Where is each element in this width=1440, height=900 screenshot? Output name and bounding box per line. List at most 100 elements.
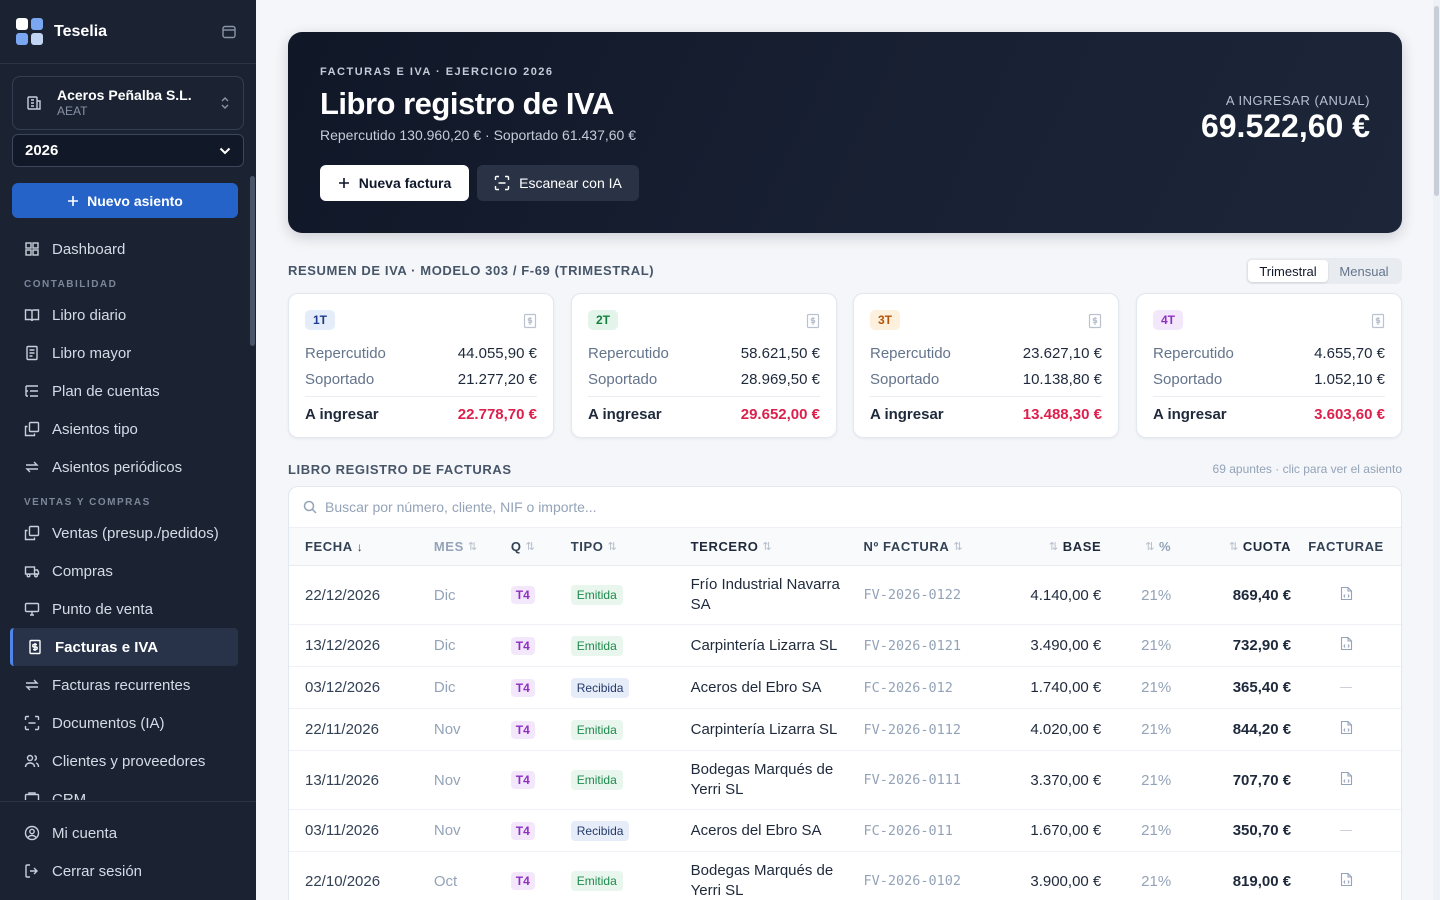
- copy-icon: [24, 525, 40, 541]
- nav-section-ventas: VENTAS Y COMPRAS: [24, 497, 151, 508]
- brand-name: Teselia: [54, 22, 108, 40]
- sidebar-item-cerrar-sesion[interactable]: Cerrar sesión: [0, 852, 256, 890]
- quarter-badge: 3T: [870, 310, 900, 330]
- main-scrollbar[interactable]: [1433, 0, 1440, 900]
- sidebar-item-libro-mayor[interactable]: Libro mayor: [0, 334, 250, 372]
- cell-mes: Dic: [433, 586, 456, 604]
- sidebar-item-mi-cuenta[interactable]: Mi cuenta: [0, 814, 256, 852]
- facturae-download-icon[interactable]: [1340, 872, 1353, 891]
- table-row[interactable]: 13/12/2026 Dic T4 Emitida Carpintería Li…: [289, 625, 1401, 667]
- sidebar-item-asientos-periodicos[interactable]: Asientos periódicos: [0, 448, 250, 486]
- col-tipo[interactable]: TIPO ⇅: [571, 539, 691, 554]
- sidebar-item-label: CRM: [52, 790, 87, 801]
- no-facturae-dash: [1340, 830, 1353, 831]
- sidebar-item-documentos[interactable]: Documentos (IA): [0, 704, 250, 742]
- sidebar-scrollbar[interactable]: [250, 176, 255, 346]
- divider: [870, 396, 1102, 397]
- main-scrollbar-thumb[interactable]: [1434, 6, 1439, 196]
- a-ingresar-label: A ingresar: [1153, 405, 1227, 423]
- new-entry-button[interactable]: Nuevo asiento: [12, 183, 238, 218]
- col-fecha[interactable]: FECHA ↓: [289, 539, 434, 554]
- sidebar-item-ventas[interactable]: Ventas (presup./pedidos): [0, 514, 250, 552]
- quarter-tag: T4: [510, 771, 535, 789]
- facturae-download-icon[interactable]: [1340, 586, 1353, 605]
- col-pct[interactable]: ⇅%: [1101, 539, 1171, 554]
- col-base[interactable]: ⇅ BASE: [988, 539, 1101, 554]
- quarter-tag: T4: [510, 720, 535, 739]
- toggle-trimestral[interactable]: Trimestral: [1248, 260, 1328, 282]
- cell-tercero: Carpintería Lizarra SL: [690, 636, 838, 654]
- toggle-mensual[interactable]: Mensual: [1328, 260, 1400, 282]
- sidebar-item-facturas-recurrentes[interactable]: Facturas recurrentes: [0, 666, 250, 704]
- document-icon[interactable]: [1371, 313, 1385, 334]
- cell-base: 4.140,00 €: [1030, 586, 1102, 604]
- plus-icon: [338, 178, 349, 188]
- document-icon[interactable]: [1088, 313, 1102, 334]
- sidebar-footer: Mi cuenta Cerrar sesión: [0, 801, 256, 900]
- logout-icon: [25, 864, 38, 878]
- hero-eyebrow: FACTURAS E IVA · EJERCICIO 2026: [320, 66, 554, 78]
- cell-fecha: 22/11/2026: [305, 721, 379, 738]
- quarter-total: A ingresar 22.778,70 €: [305, 400, 537, 428]
- table-row[interactable]: 03/11/2026 Nov T4 Recibida Aceros del Eb…: [289, 810, 1401, 852]
- company-switcher[interactable]: Aceros Peñalba S.L. AEAT: [12, 76, 244, 130]
- year-select[interactable]: 2026: [12, 134, 244, 167]
- col-q-label: Q: [510, 539, 522, 554]
- col-base-label: BASE: [1062, 539, 1102, 554]
- sort-icon: ⇅: [525, 541, 536, 553]
- sidebar-item-label: Asientos periódicos: [52, 458, 183, 476]
- quarter-tag: T4: [510, 872, 535, 890]
- brand-header: Teselia: [0, 0, 256, 64]
- a-ingresar-value: 29.652,00 €: [740, 405, 820, 423]
- cell-fecha: 13/11/2026: [305, 771, 379, 789]
- cell-q: T4: [510, 720, 571, 739]
- document-icon[interactable]: [523, 313, 537, 334]
- col-q[interactable]: Q ⇅: [511, 539, 571, 554]
- col-cuota[interactable]: ⇅ CUOTA: [1171, 539, 1291, 554]
- sort-icon: ⇅: [1048, 541, 1059, 553]
- users-icon: [24, 754, 40, 768]
- sidebar-item-clientes[interactable]: Clientes y proveedores: [0, 742, 250, 780]
- table-row[interactable]: 22/11/2026 Nov T4 Emitida Carpintería Li…: [289, 709, 1401, 751]
- cell-pct: 21%: [1141, 872, 1172, 890]
- sidebar: Teselia Aceros Peñalba S.L. AEAT 2026 Nu…: [0, 0, 256, 900]
- facturae-download-icon[interactable]: [1340, 771, 1353, 790]
- search-input[interactable]: [325, 499, 825, 515]
- table-row[interactable]: 22/12/2026 Dic T4 Emitida Frío Industria…: [289, 566, 1401, 625]
- annual-total-label: A INGRESAR (ANUAL): [1225, 93, 1370, 108]
- cell-fecha: 03/12/2026: [305, 679, 381, 696]
- cell-tipo: Emitida: [570, 635, 691, 656]
- sidebar-item-libro-diario[interactable]: Libro diario: [0, 296, 250, 334]
- col-mes[interactable]: MES ⇅: [434, 539, 511, 554]
- sidebar-toggle-icon: [222, 25, 236, 38]
- cell-cuota: 869,40 €: [1232, 586, 1292, 604]
- cell-mes: Nov: [433, 822, 461, 839]
- sidebar-item-plan-cuentas[interactable]: Plan de cuentas: [0, 372, 250, 410]
- sidebar-item-crm[interactable]: CRM: [0, 780, 250, 800]
- sidebar-item-facturas-iva[interactable]: Facturas e IVA: [10, 628, 238, 666]
- sidebar-item-label: Facturas recurrentes: [52, 676, 191, 694]
- collapse-sidebar-button[interactable]: [218, 21, 240, 43]
- book-icon: [26, 345, 38, 361]
- cell-cuota: 844,20 €: [1232, 721, 1292, 738]
- document-icon[interactable]: [806, 313, 820, 334]
- soportado-value: 10.138,80 €: [1022, 370, 1102, 388]
- facturae-download-icon[interactable]: [1340, 720, 1353, 739]
- quarter-card: 3T Repercutido 23.627,10 € Soportado 10.…: [853, 293, 1119, 438]
- table-row[interactable]: 22/10/2026 Oct T4 Emitida Bodegas Marqué…: [289, 852, 1401, 900]
- col-tercero-label: TERCERO: [690, 538, 759, 554]
- facturae-download-icon[interactable]: [1340, 636, 1353, 655]
- col-tercero[interactable]: TERCERO ⇅: [691, 537, 864, 557]
- col-num[interactable]: Nº FACTURA ⇅: [863, 539, 988, 554]
- scan-ai-button[interactable]: Escanear con IA: [477, 165, 639, 201]
- quarter-badge: 2T: [588, 310, 618, 330]
- sidebar-item-compras[interactable]: Compras: [0, 552, 250, 590]
- table-row[interactable]: 13/11/2026 Nov T4 Emitida Bodegas Marqué…: [289, 751, 1401, 810]
- sidebar-item-asientos-tipo[interactable]: Asientos tipo: [0, 410, 250, 448]
- sidebar-item-punto-venta[interactable]: Punto de venta: [0, 590, 250, 628]
- sidebar-item-dashboard[interactable]: Dashboard: [0, 230, 250, 268]
- table-row[interactable]: 03/12/2026 Dic T4 Recibida Aceros del Eb…: [289, 667, 1401, 709]
- type-badge: Emitida: [570, 585, 623, 605]
- new-invoice-button[interactable]: Nueva factura: [320, 165, 469, 201]
- annual-total-value: 69.522,60 €: [1200, 108, 1370, 144]
